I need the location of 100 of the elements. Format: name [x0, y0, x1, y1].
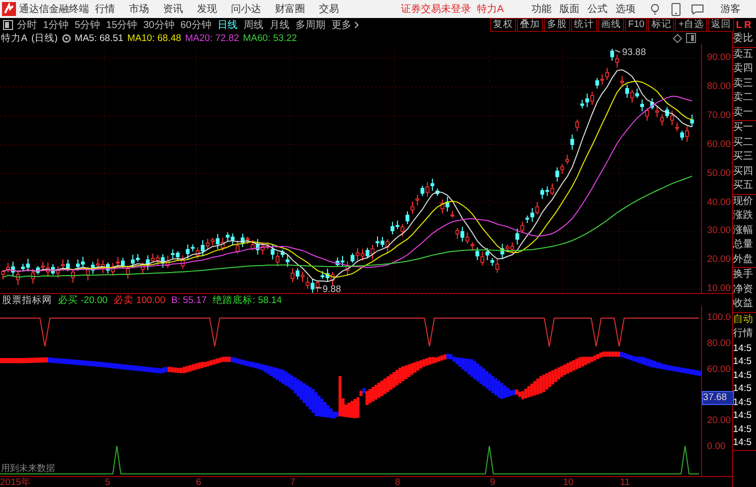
chevron-icon [354, 21, 358, 29]
period-tab[interactable]: 60分钟 [180, 18, 212, 32]
quote-label: 外盘 [733, 252, 754, 266]
lightbulb-icon[interactable] [648, 3, 661, 15]
message-icon[interactable] [690, 4, 704, 14]
menu-item[interactable]: 市场 [129, 2, 149, 16]
period-tab[interactable]: 15分钟 [106, 18, 138, 32]
quote-label: 买二 [733, 136, 754, 150]
menu-item[interactable]: 版面 [560, 2, 580, 16]
section-label: 行情 [733, 327, 754, 341]
trade-time: 14:5 [733, 368, 752, 382]
price-tick: 50.00 [707, 168, 731, 179]
trade-time: 14:5 [733, 382, 752, 396]
menu-item[interactable]: 财富圈 [275, 2, 305, 16]
price-tick: 20.00 [707, 254, 731, 266]
phone-icon[interactable] [670, 2, 681, 16]
diamond-icon[interactable] [673, 34, 682, 42]
leader-line [614, 50, 621, 53]
toolbar-button[interactable]: 标记 [648, 18, 674, 32]
toolbar-button[interactable]: 叠加 [517, 18, 544, 32]
toolbar-button[interactable]: 画线 [598, 18, 624, 32]
period-tab[interactable]: 多周期 [296, 18, 326, 32]
price-tick: 90.00 [707, 52, 731, 63]
moving-average-value: MA20: 72.82 [185, 32, 240, 44]
date-label: 2015年 [0, 477, 32, 487]
quote-label: 现价 [733, 194, 754, 208]
indicator-tick: 60.00 [707, 364, 731, 375]
price-tick: 60.00 [707, 138, 731, 150]
menu-item[interactable]: 资讯 [163, 2, 183, 16]
price-tick: 30.00 [707, 225, 731, 236]
period-tab[interactable]: 30分钟 [143, 18, 174, 32]
high-price-label: 93.88 [622, 47, 646, 58]
menu-item[interactable]: 功能 [532, 2, 552, 16]
date-label: 8 [395, 477, 400, 487]
period-tab[interactable]: 更多 [332, 18, 358, 32]
quote-label: 委比 [733, 32, 754, 46]
toolbar-button[interactable]: 返回 [708, 18, 734, 32]
panel-header-label: R [744, 20, 752, 30]
indicator-value: 绝踏底标: 58.14 [212, 294, 282, 306]
indicator-value: B: 55.17 [171, 294, 207, 306]
indicator-value: 必买 -20.00 [58, 294, 108, 306]
indicator-tick: 0.00 [707, 441, 726, 452]
window-icon[interactable] [686, 33, 696, 43]
mode-label: 自动 [733, 312, 754, 326]
period-tab[interactable]: 5分钟 [74, 18, 100, 32]
quote-label: 净资 [733, 282, 754, 296]
quote-label: 涨跌 [733, 209, 754, 223]
menu-item[interactable]: 公式 [588, 2, 608, 16]
trade-time: 14:5 [733, 355, 752, 368]
quote-label: 换手 [733, 268, 754, 282]
current-value-label: 37.68 [702, 391, 734, 406]
stock-name: 特力A [477, 2, 504, 16]
quote-label: 涨幅 [733, 224, 754, 238]
quote-label: 卖一 [733, 106, 754, 120]
period-tab[interactable]: 1分钟 [43, 18, 69, 32]
period-tab[interactable]: 日线 [218, 18, 238, 32]
quote-label: 买五 [733, 179, 754, 193]
period-label: (日线) [31, 32, 58, 44]
menu-item[interactable]: 交易 [319, 2, 339, 16]
trade-time: 14:5 [733, 409, 752, 422]
candlestick [575, 119, 580, 132]
menu-item[interactable]: 发现 [197, 2, 217, 16]
menu-item[interactable]: 问小达 [231, 2, 261, 16]
low-price-label: 9.88 [322, 284, 341, 293]
moving-average-value: MA5: 68.51 [74, 32, 124, 44]
toolbar-button[interactable]: +自选 [675, 18, 707, 32]
quote-label: 买四 [733, 164, 754, 178]
quote-label: 总量 [733, 238, 754, 252]
period-tab[interactable]: 周线 [244, 18, 264, 32]
quote-label: 卖四 [733, 62, 754, 76]
menu-item[interactable]: 选项 [616, 2, 636, 16]
date-label: 6 [196, 477, 202, 487]
trade-time: 14:5 [733, 396, 752, 409]
price-tick: 10.00 [707, 283, 731, 294]
logo-icon [2, 2, 16, 16]
quote-label: 卖三 [733, 76, 754, 90]
moving-average-value: MA60: 53.22 [243, 32, 297, 44]
price-tick: 40.00 [707, 196, 731, 208]
settings-icon[interactable] [62, 34, 71, 42]
indicator-value: 必卖 100.00 [114, 294, 166, 306]
price-tick: 80.00 [707, 80, 731, 92]
warning-note: 用到未来数据 [1, 462, 55, 473]
indicator-name: 股票指标网 [2, 294, 52, 306]
toolbar-button[interactable]: 多股 [544, 18, 570, 32]
user-name[interactable]: 游客 [720, 2, 741, 16]
menu-item[interactable]: 行情 [95, 2, 115, 16]
toolbar-button[interactable]: 统计 [571, 18, 598, 32]
panel-toggle-icon[interactable] [3, 20, 13, 30]
toolbar-button[interactable]: 复权 [490, 18, 516, 32]
period-tab[interactable]: 月线 [270, 18, 290, 32]
toolbar-button[interactable]: F10 [625, 18, 648, 32]
trade-time: 14:5 [733, 436, 752, 450]
trade-time: 14:5 [733, 422, 752, 436]
period-tab[interactable]: 分时 [17, 18, 37, 32]
indicator-tick: 20.00 [707, 415, 731, 426]
stock-title: 特力A [1, 32, 28, 44]
date-label: 7 [290, 477, 296, 487]
date-label: 9 [490, 477, 496, 487]
date-label: 5 [105, 477, 110, 487]
quote-label: 卖五 [733, 48, 754, 62]
